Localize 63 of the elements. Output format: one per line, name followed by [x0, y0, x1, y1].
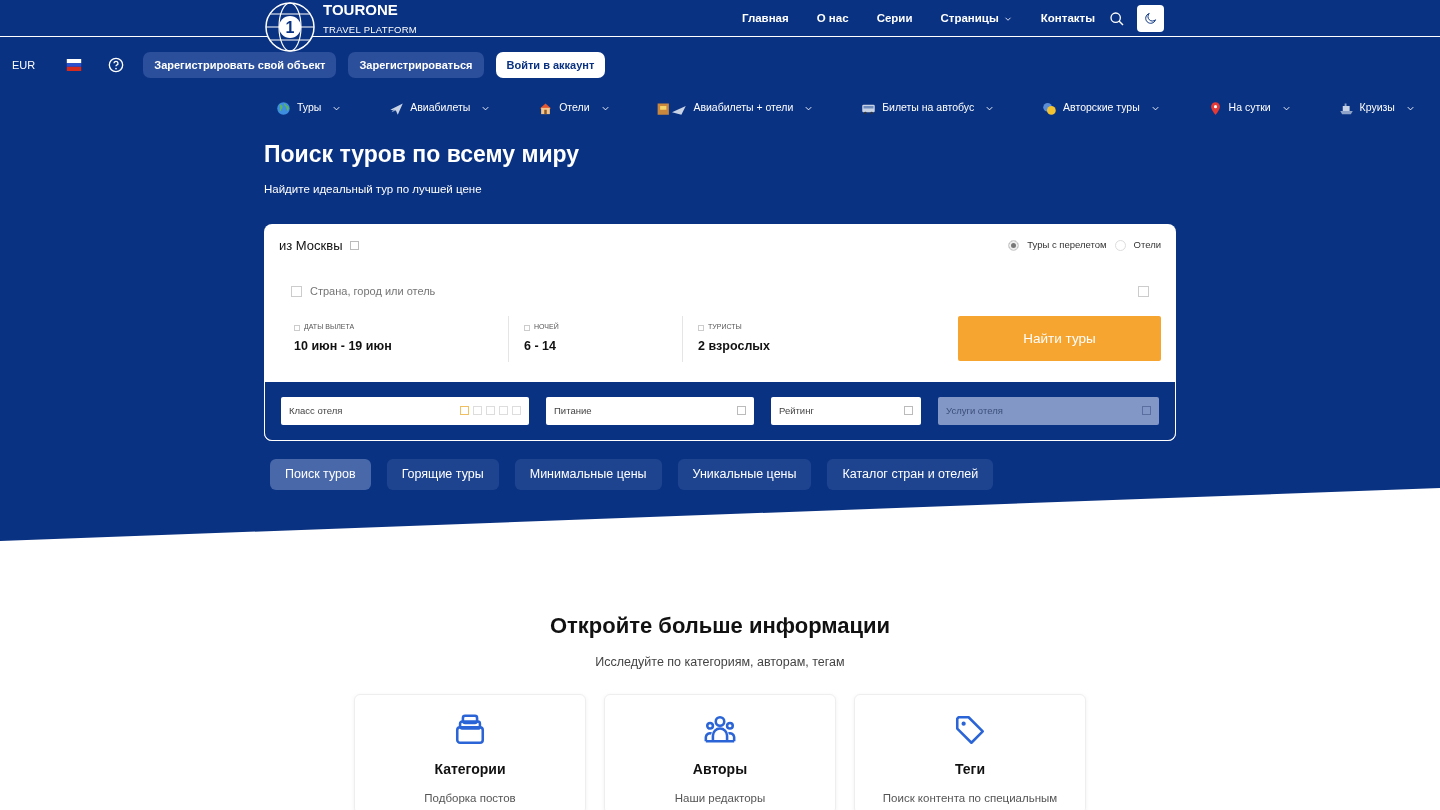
info-card[interactable]: Авторы Наши редакторы [604, 694, 836, 810]
field-value[interactable]: 6 - 14 [524, 336, 667, 356]
card-description: Наши редакторы [673, 791, 767, 807]
square-icon [904, 406, 913, 416]
search-tab[interactable]: Каталог стран и отелей [827, 458, 994, 490]
info-card[interactable]: Категории Подборка постов [354, 694, 586, 810]
card-title: Авторы [691, 760, 749, 780]
logo-title: TOURONE [323, 2, 399, 19]
filter-select[interactable]: Питание [546, 396, 754, 425]
russian-flag-icon[interactable] [66, 59, 83, 71]
card-description: Поиск контента по специальным [881, 791, 1059, 807]
search-mode-radio[interactable]: Отели [1114, 238, 1161, 253]
search-tab[interactable]: Минимальные цены [514, 458, 662, 490]
nav-link[interactable]: Главная [727, 9, 803, 28]
register-button[interactable]: Зарегистрироваться [348, 51, 484, 79]
category-menu-item[interactable]: Отели [538, 100, 611, 116]
search-tab[interactable]: Горящие туры [386, 458, 499, 490]
section-subtitle: Исследуйте по категориям, авторам, тегам [594, 654, 846, 672]
search-tab[interactable]: Поиск туров [270, 458, 371, 490]
square-icon [1138, 285, 1149, 297]
filter-select[interactable]: Рейтинг [771, 396, 921, 425]
info-card[interactable]: Теги Поиск контента по специальным [854, 694, 1086, 810]
search-tab[interactable]: Уникальные цены [677, 458, 812, 490]
card-title: Категории [433, 760, 507, 780]
square-icon [350, 241, 360, 251]
category-menu-item[interactable]: Туры [276, 100, 343, 116]
logo-subtitle: TRAVEL PLATFORM [323, 22, 418, 37]
currency-selector[interactable]: EUR [12, 56, 36, 74]
nav-link[interactable]: Контакты [1026, 9, 1109, 28]
departure-city-selector[interactable]: из Москвы [279, 235, 360, 256]
section-title: Откройте больше информации [548, 613, 892, 640]
square-icon [294, 324, 300, 331]
theme-toggle-button[interactable] [1137, 5, 1164, 32]
field-value[interactable]: 2 взрослых [698, 336, 848, 356]
globe-icon [276, 100, 291, 116]
square-icon [524, 324, 530, 331]
hero-subtitle: Найдите идеальный тур по лучшей цене [264, 181, 483, 197]
field-value[interactable]: 10 июн - 19 июн [294, 336, 493, 356]
square-icon [291, 285, 302, 297]
square-icon [1142, 406, 1151, 416]
category-menu-item[interactable]: На сутки [1207, 100, 1292, 116]
moon-icon [1143, 11, 1158, 26]
filter-select[interactable]: Класс отеля [281, 396, 529, 425]
masks-icon [1042, 100, 1058, 116]
login-button[interactable]: Войти в аккаунт [495, 51, 606, 79]
nav-link[interactable]: Серии [862, 9, 927, 28]
globe-logo-icon: 1 [265, 2, 315, 52]
register-button[interactable]: Зарегистрировать свой объект [143, 51, 337, 79]
hero-title: Поиск туров по всему миру [264, 141, 581, 169]
category-menu-item[interactable]: Круизы [1338, 100, 1416, 116]
category-menu-item[interactable]: Авиабилеты + отели [657, 100, 815, 116]
help-icon[interactable] [108, 57, 125, 73]
card-title: Теги [953, 760, 987, 780]
category-menu-item[interactable]: Авиабилеты [389, 100, 492, 116]
category-menu-item[interactable]: Билеты на автобус [861, 100, 996, 116]
search-mode-radio[interactable]: Туры с перелетом [1008, 238, 1107, 253]
nav-link[interactable]: Страницы [926, 9, 1027, 28]
square-icon [698, 324, 704, 331]
nav-link[interactable]: О нас [802, 9, 863, 28]
search-icon[interactable] [1109, 10, 1125, 27]
card-description: Подборка постов [423, 791, 517, 807]
square-icon [737, 406, 746, 416]
category-menu-item[interactable]: Авторские туры [1042, 100, 1161, 116]
